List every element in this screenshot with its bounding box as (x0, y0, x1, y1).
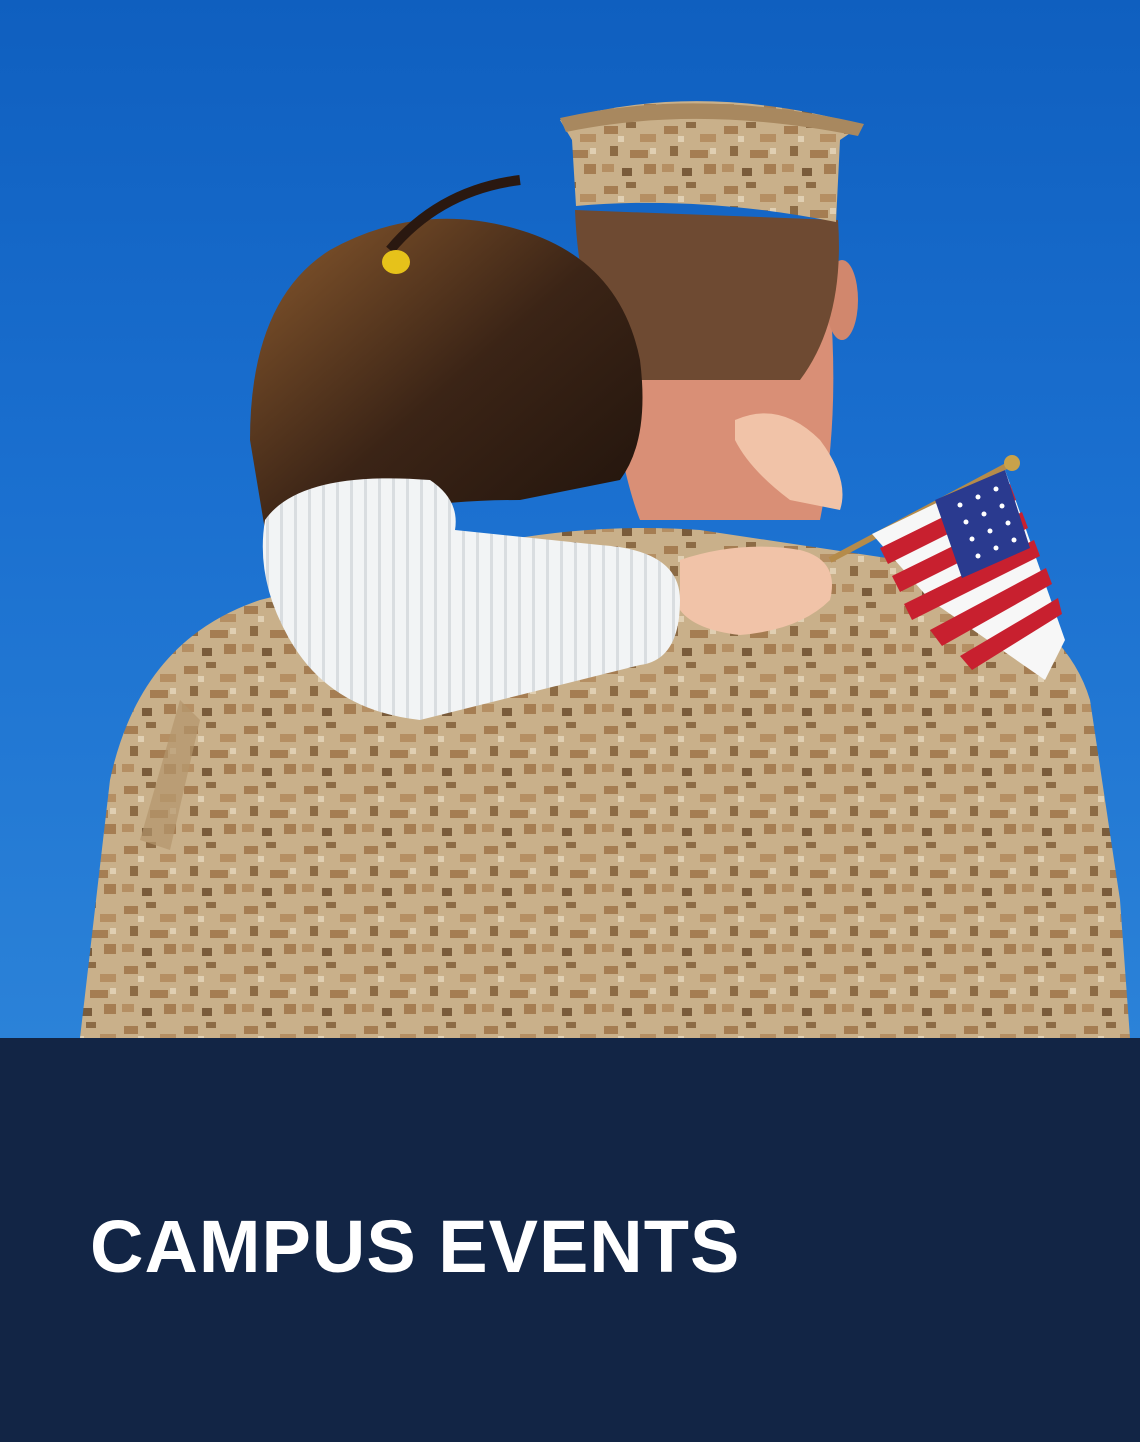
campus-events-card[interactable]: CAMPUS EVENTS (0, 0, 1140, 1442)
card-title[interactable]: CAMPUS EVENTS (90, 1210, 740, 1284)
hero-photo (0, 0, 1140, 1038)
soldier-hug-illustration (80, 101, 1130, 1038)
caption-banner: CAMPUS EVENTS (0, 1038, 1140, 1442)
